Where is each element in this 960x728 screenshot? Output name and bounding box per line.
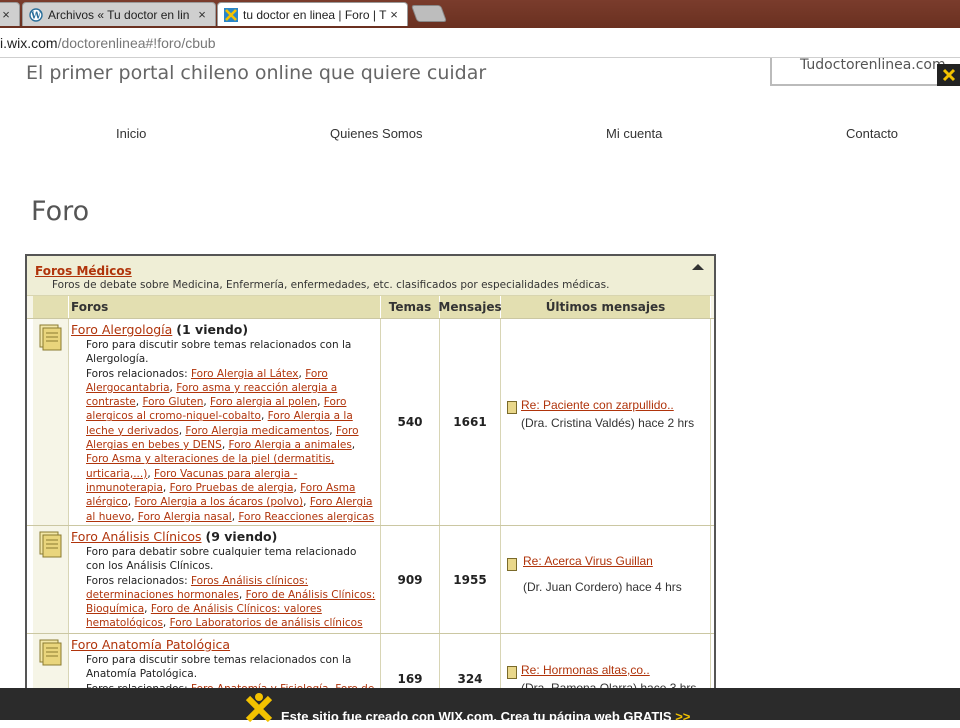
last-post-author: (Dr. Juan Cordero) hace 4 hrs — [523, 580, 682, 594]
related-link[interactable]: Foro Alergia nasal — [138, 511, 232, 523]
site-tagline: El primer portal chileno online que quie… — [26, 62, 487, 84]
banner-message: Este sitio fue creado con WIX.com. Crea … — [281, 709, 672, 724]
col-header-forums: Foros — [69, 296, 381, 318]
tab-foro[interactable]: tu doctor en linea | Foro | T × — [217, 2, 408, 26]
col-header-last: Últimos mensajes — [501, 296, 711, 318]
col-header-messages: Mensajes — [438, 296, 502, 318]
forum-category-title[interactable]: Foros Médicos — [35, 264, 132, 278]
last-post-icon — [507, 666, 517, 679]
forum-category-header: Foros Médicos Foros de debate sobre Medi… — [27, 256, 714, 296]
last-post-icon — [507, 558, 517, 571]
related-link[interactable]: Foro Alergia a animales — [229, 439, 352, 451]
forum-name-line: Foro Análisis Clínicos (9 viendo) — [71, 529, 277, 544]
site-search-box[interactable]: Tudoctorenlinea.com — [770, 58, 960, 86]
topics-count: 909 — [381, 526, 440, 633]
related-link[interactable]: Foro Alergia al Látex — [191, 368, 299, 380]
forum-info-cell: Foro Análisis Clínicos (9 viendo) Foro p… — [69, 526, 381, 633]
page-title: Foro — [31, 196, 90, 227]
related-link[interactable]: Foro Alergia a los ácaros (polvo) — [134, 496, 303, 508]
forum-link[interactable]: Foro Anatomía Patológica — [71, 637, 230, 652]
forum-icon-cell — [33, 319, 69, 525]
forum-viewing: (1 viendo) — [176, 322, 249, 337]
new-tab-button[interactable] — [410, 5, 448, 22]
forum-info-cell: Foro Alergología (1 viendo) Foro para di… — [69, 319, 381, 525]
forum-desc-text: Foro para debatir sobre cualquier tema r… — [86, 546, 357, 573]
last-post-icon — [507, 401, 517, 414]
related-link[interactable]: Foro Gluten — [142, 396, 203, 408]
forum-name-line: Foro Alergología (1 viendo) — [71, 322, 248, 337]
table-row: Foro Alergología (1 viendo) Foro para di… — [27, 318, 714, 525]
tab-label: Archivos « Tu doctor en lin — [48, 7, 190, 22]
forum-book-icon — [39, 324, 62, 351]
banner-cta[interactable]: >> — [675, 709, 690, 724]
last-post-author: (Dra. Cristina Valdés) hace 2 hrs — [521, 416, 695, 430]
wix-close-icon[interactable] — [937, 64, 960, 86]
nav-contacto[interactable]: Contacto — [846, 126, 898, 141]
last-message-cell: Re: Acerca Virus Guillan (Dr. Juan Corde… — [501, 526, 711, 633]
related-link[interactable]: Foro Laboratorios de análisis clínicos — [170, 617, 363, 629]
forum-desc-text: Foro para discutir sobre temas relaciona… — [86, 339, 352, 366]
address-bar[interactable]: i.wix.com/doctorenlinea#!foro/cbub — [0, 28, 960, 58]
banner-text[interactable]: Este sitio fue creado con WIX.com. Crea … — [281, 709, 690, 724]
forum-viewing: (9 viendo) — [205, 529, 278, 544]
page-content: El primer portal chileno online que quie… — [0, 58, 960, 720]
close-icon[interactable]: × — [195, 7, 209, 22]
related-link[interactable]: Foro Pruebas de alergia — [170, 482, 294, 494]
wordpress-icon: W — [29, 7, 43, 22]
related-label: Foros relacionados: — [86, 574, 188, 587]
forum-desc-text: Foro para discutir sobre temas relaciona… — [86, 654, 352, 681]
forum-table: Foros Médicos Foros de debate sobre Medi… — [25, 254, 716, 720]
last-post-link[interactable]: Re: Acerca Virus Guillan — [523, 554, 653, 568]
last-post-link[interactable]: Re: Hormonas altas,co.. — [521, 663, 650, 677]
forum-link[interactable]: Foro Alergología — [71, 322, 172, 337]
related-link[interactable]: Foro Reacciones alergicas — [238, 511, 374, 523]
topics-count: 540 — [381, 319, 440, 525]
forum-link[interactable]: Foro Análisis Clínicos — [71, 529, 202, 544]
forum-description: Foro para debatir sobre cualquier tema r… — [86, 546, 376, 630]
messages-count: 1955 — [440, 526, 501, 633]
nav-quienes-somos[interactable]: Quienes Somos — [330, 126, 423, 141]
nav-inicio[interactable]: Inicio — [116, 126, 146, 141]
tab-previous[interactable]: × — [0, 2, 20, 26]
last-message-cell: Re: Paciente con zarpullido.. (Dra. Cris… — [501, 319, 711, 525]
url-path: /doctorenlinea#!foro/cbub — [57, 35, 216, 51]
col-header-icon — [33, 296, 69, 318]
messages-count: 1661 — [440, 319, 501, 525]
forum-book-icon — [39, 639, 62, 666]
forum-description: Foro para discutir sobre temas relaciona… — [86, 339, 375, 523]
close-icon[interactable]: × — [387, 7, 401, 22]
svg-text:W: W — [30, 11, 42, 21]
close-icon[interactable]: × — [0, 7, 13, 22]
messages-value: 324 — [457, 672, 483, 686]
nav-mi-cuenta[interactable]: Mi cuenta — [606, 126, 662, 141]
forum-category-desc: Foros de debate sobre Medicina, Enfermer… — [52, 279, 610, 291]
browser-tab-strip: × W Archivos « Tu doctor en lin × tu doc… — [0, 0, 960, 28]
search-text: Tudoctorenlinea.com — [800, 58, 946, 73]
tab-label: tu doctor en linea | Foro | T — [243, 7, 387, 22]
collapse-arrow-icon[interactable] — [692, 264, 704, 270]
forum-name-line: Foro Anatomía Patológica — [71, 637, 230, 652]
wix-promo-banner[interactable]: Este sitio fue creado con WIX.com. Crea … — [0, 688, 960, 724]
last-post-link[interactable]: Re: Paciente con zarpullido.. — [521, 398, 674, 412]
related-label: Foros relacionados: — [86, 367, 188, 380]
table-row: Foro Análisis Clínicos (9 viendo) Foro p… — [27, 525, 714, 633]
col-header-topics: Temas — [381, 296, 440, 318]
url-domain: i.wix.com — [0, 35, 58, 51]
forum-icon-cell — [33, 526, 69, 633]
related-link[interactable]: Foro Alergia medicamentos — [185, 425, 329, 437]
topics-value: 169 — [397, 672, 423, 686]
wix-favicon-icon — [224, 7, 238, 22]
tab-archivos[interactable]: W Archivos « Tu doctor en lin × — [22, 2, 216, 26]
wix-logo-icon — [244, 692, 274, 723]
forum-book-icon — [39, 531, 62, 558]
related-link[interactable]: Foro alergia al polen — [210, 396, 317, 408]
